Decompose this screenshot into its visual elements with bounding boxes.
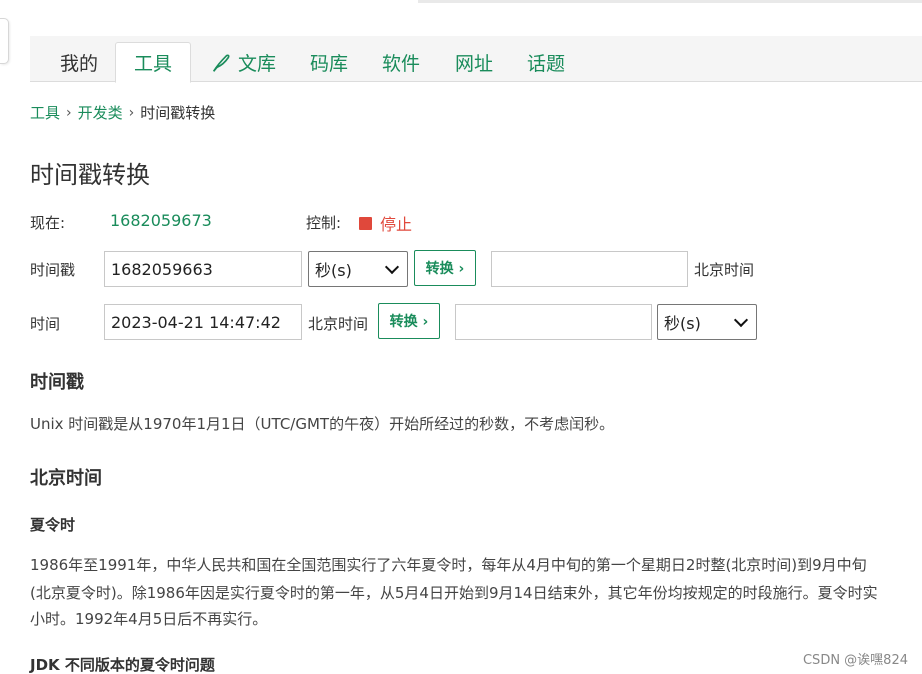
main-nav: 我的 工具 文库 码库 软件 网址 话题: [30, 36, 922, 83]
breadcrumb-tools-link[interactable]: 工具: [30, 102, 60, 123]
stop-button[interactable]: 停止: [359, 211, 412, 235]
dst-heading: 夏令时: [30, 516, 76, 534]
datetime-output-field[interactable]: [455, 304, 652, 340]
breadcrumb-dev-link[interactable]: 开发类: [78, 102, 123, 123]
tab-label: 工具: [133, 53, 172, 75]
tab-label: 网址: [454, 53, 493, 75]
dst-paragraph-line: 1986年至1991年，中华人民共和国在全国范围实行了六年夏令时，每年从4月中旬…: [30, 556, 867, 574]
dst-paragraph-line: (北京夏令时)。除1986年因是实行夏令时的第一年，从5月4日开始到9月14日结…: [30, 584, 878, 602]
timestamp-description: Unix 时间戳是从1970年1月1日（UTC/GMT的午夜）开始所经过的秒数，…: [30, 415, 615, 433]
tab-label: 软件: [381, 53, 420, 75]
beijing-time-heading: 北京时间: [30, 468, 102, 489]
current-timestamp: 1682059673: [110, 211, 212, 230]
tab-label: 我的: [59, 53, 98, 75]
timestamp-unit-select[interactable]: 秒(s): [308, 251, 408, 287]
tab-topics[interactable]: 话题: [519, 43, 573, 82]
tab-mine[interactable]: 我的: [52, 43, 106, 82]
now-label: 现在:: [30, 214, 66, 232]
quill-icon: [212, 53, 230, 72]
chevron-down-icon: [384, 259, 400, 274]
select-value: 秒(s): [664, 314, 701, 333]
tab-label: 文库: [237, 53, 276, 75]
control-label: 控制:: [306, 214, 342, 232]
timestamp-output-field[interactable]: [491, 251, 688, 287]
page-title: 时间戳转换: [30, 161, 150, 189]
timestamp-heading: 时间戳: [30, 372, 84, 393]
datetime-convert-button[interactable]: 转换 ›: [378, 303, 440, 339]
top-scroll-edge: [418, 0, 922, 3]
jdk-dst-heading: JDK 不同版本的夏令时问题: [30, 656, 215, 674]
time-timezone-label: 北京时间: [308, 315, 369, 333]
datetime-input-value: 2023-04-21 14:47:42: [111, 312, 281, 332]
select-value: 秒(s): [315, 261, 352, 280]
breadcrumb: 工具 › 开发类 › 时间戳转换: [30, 102, 215, 123]
datetime-input[interactable]: 2023-04-21 14:47:42: [104, 304, 302, 340]
stop-label: 停止: [380, 215, 413, 234]
breadcrumb-separator: ›: [66, 104, 72, 121]
tab-tools[interactable]: 工具: [115, 42, 191, 83]
side-drawer-handle[interactable]: [0, 18, 9, 64]
tab-library[interactable]: 文库: [206, 43, 280, 82]
dst-paragraph-line: 小时。1992年4月5日后不再实行。: [30, 610, 268, 628]
timestamp-label: 时间戳: [30, 261, 76, 279]
tab-websites[interactable]: 网址: [447, 43, 501, 82]
datetime-unit-select[interactable]: 秒(s): [657, 304, 757, 340]
tab-label: 码库: [309, 53, 348, 75]
timestamp-input[interactable]: 1682059663: [104, 251, 302, 287]
time-label: 时间: [30, 315, 61, 333]
tab-code[interactable]: 码库: [302, 43, 356, 82]
timestamp-timezone-label: 北京时间: [694, 261, 755, 279]
breadcrumb-separator: ›: [128, 104, 135, 121]
breadcrumb-current: 时间戳转换: [140, 104, 216, 122]
chevron-down-icon: [733, 312, 749, 327]
timestamp-convert-button[interactable]: 转换 ›: [414, 250, 476, 286]
timestamp-input-value: 1682059663: [111, 259, 213, 279]
watermark: CSDN @诶嘿824: [802, 653, 908, 668]
stop-icon: [359, 216, 372, 230]
tab-software[interactable]: 软件: [374, 43, 428, 82]
tab-label: 话题: [526, 53, 565, 75]
